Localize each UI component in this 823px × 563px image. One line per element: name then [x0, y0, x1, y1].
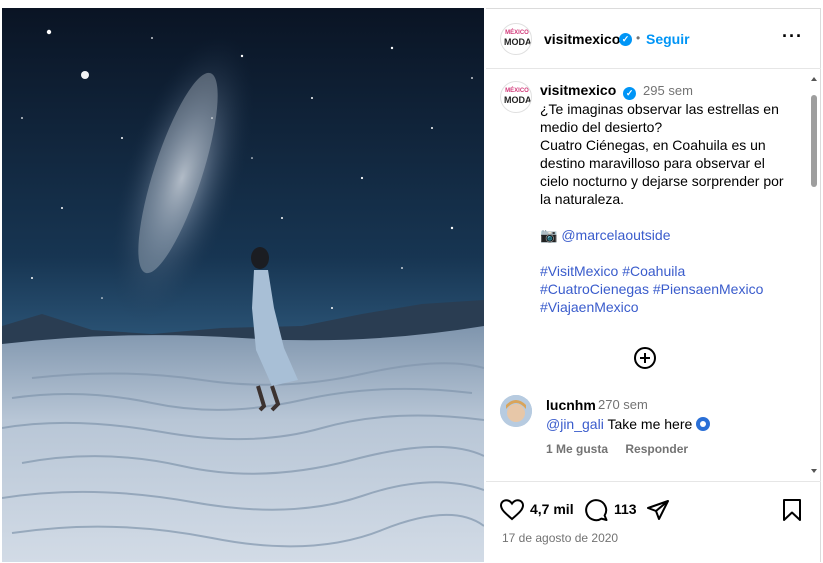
commenter-avatar[interactable]: [500, 395, 532, 427]
credit-mention-link[interactable]: @marcelaoutside: [561, 227, 670, 243]
caption-line: medio del desierto?: [540, 119, 663, 135]
visitmexico-logo: MÉXICO MODA: [504, 88, 532, 105]
caption-username[interactable]: visitmexico: [540, 82, 616, 98]
caption-line: cielo nocturno y dejarse sorprender por: [540, 173, 784, 189]
likes-count[interactable]: 4,7 mil: [530, 501, 574, 517]
bookmark-icon[interactable]: [782, 498, 802, 522]
caption-time[interactable]: 295 sem: [643, 83, 693, 98]
comment-time[interactable]: 270 sem: [598, 397, 648, 412]
caption-line: Cuatro Ciénegas, en Coahuila es un: [540, 137, 766, 153]
instagram-post-window: MÉXICO MODA visitmexico ✓ • Seguir ··· M…: [0, 0, 823, 562]
post-actions-bar: 4,7 mil 113 17 de agosto de 2020: [486, 481, 821, 563]
comment-text: @jin_gali Take me here: [546, 416, 711, 432]
caption-avatar[interactable]: MÉXICO MODA: [500, 81, 532, 113]
hashtags-line[interactable]: #ViajaenMexico: [540, 298, 802, 316]
comment-body: Take me here: [607, 416, 693, 432]
scroll-down-arrow-icon[interactable]: [811, 469, 817, 473]
post-side-panel: MÉXICO MODA visitmexico ✓ • Seguir ··· M…: [486, 8, 821, 562]
comment-mention-link[interactable]: @jin_gali: [546, 416, 604, 432]
scroll-up-arrow-icon[interactable]: [811, 77, 817, 81]
comments-count[interactable]: 113: [614, 501, 637, 517]
post-photo[interactable]: [2, 8, 484, 562]
commenter-username[interactable]: lucnhm: [546, 397, 596, 413]
caption-line: destino maravilloso para observar el: [540, 155, 765, 171]
paper-plane-icon[interactable]: [646, 498, 670, 522]
comment-bubble-icon[interactable]: [584, 498, 608, 522]
post-caption: visitmexico ✓ 295 sem ¿Te imaginas obser…: [540, 81, 802, 316]
caption-line: ¿Te imaginas observar las estrellas en: [540, 101, 779, 117]
visitmexico-logo: MÉXICO MODA: [504, 30, 532, 47]
verified-badge-icon: ✓: [623, 87, 637, 100]
camera-emoji-icon: 📷: [540, 227, 558, 243]
post-header: MÉXICO MODA visitmexico ✓ • Seguir ···: [486, 9, 821, 69]
verified-badge-icon: ✓: [619, 33, 632, 46]
hashtags-line[interactable]: #CuatroCienegas #PiensaenMexico: [540, 280, 802, 298]
account-avatar[interactable]: MÉXICO MODA: [500, 23, 532, 55]
comment-likes-link[interactable]: 1 Me gusta: [546, 442, 608, 456]
reply-button[interactable]: Responder: [625, 442, 688, 456]
comments-scroll-area[interactable]: MÉXICO MODA visitmexico ✓ 295 sem ¿Te im…: [486, 69, 821, 481]
night-sky-desert-image: [2, 8, 484, 562]
post-date[interactable]: 17 de agosto de 2020: [502, 531, 618, 545]
more-options-icon[interactable]: ···: [782, 26, 803, 47]
separator-dot: •: [636, 31, 641, 45]
hashtags-line[interactable]: #VisitMexico #Coahuila: [540, 262, 802, 280]
header-username[interactable]: visitmexico: [544, 31, 620, 47]
caption-line: la naturaleza.: [540, 191, 625, 207]
scrollbar-thumb[interactable]: [811, 95, 817, 187]
heart-icon[interactable]: [500, 499, 524, 521]
follow-button[interactable]: Seguir: [646, 31, 690, 47]
nazar-eye-emoji-icon: [696, 417, 711, 431]
comment-actions: 1 Me gusta Responder: [546, 442, 702, 456]
add-circle-icon[interactable]: [634, 347, 656, 369]
scrollbar[interactable]: [810, 73, 818, 475]
